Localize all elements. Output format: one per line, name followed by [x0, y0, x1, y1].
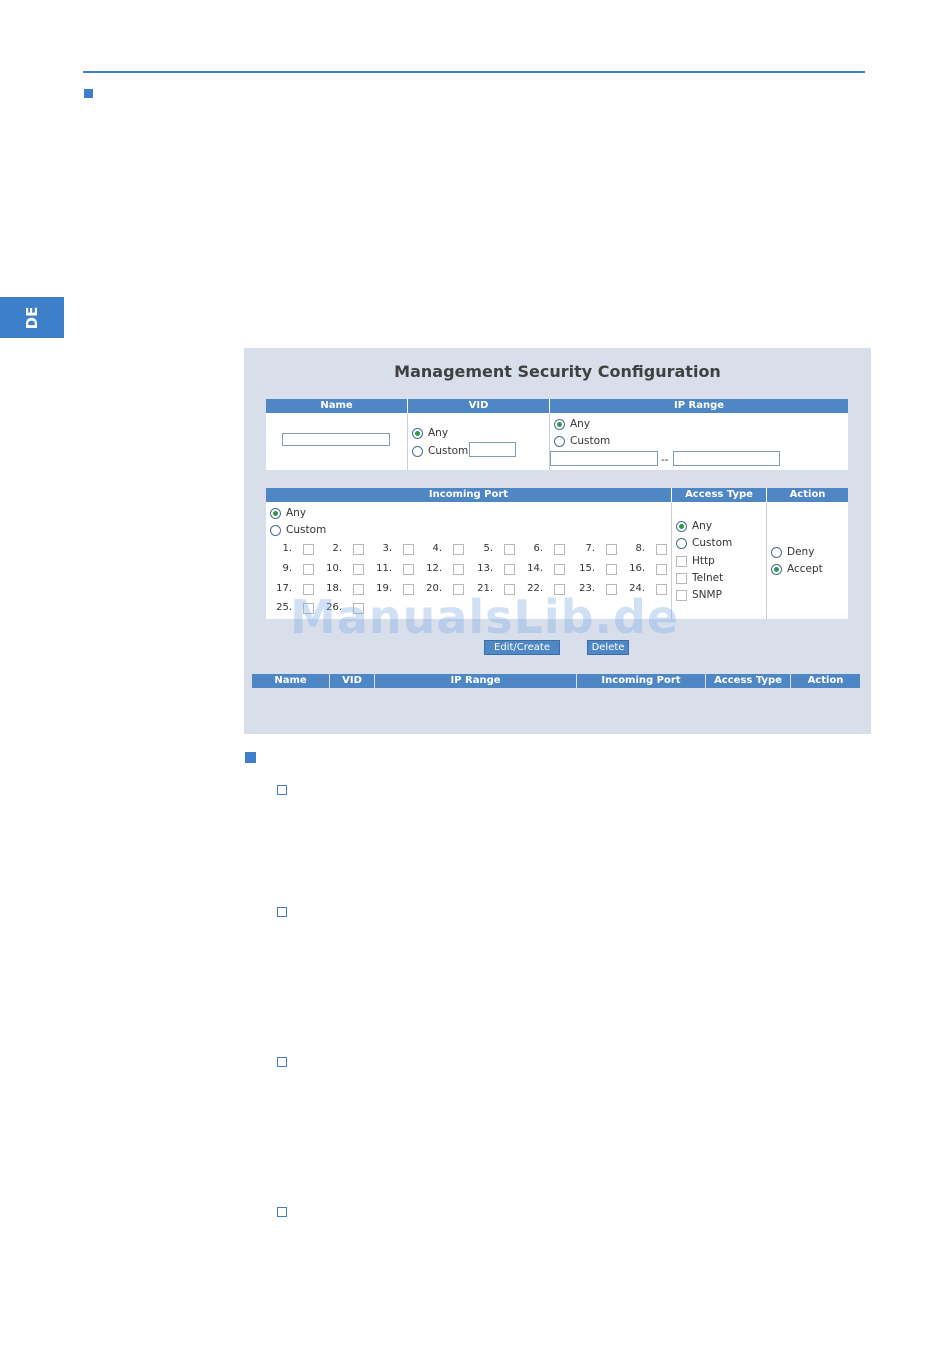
port-checkbox[interactable] — [656, 544, 667, 555]
section-bullet-icon — [245, 752, 256, 763]
action-deny-label: Deny — [787, 546, 815, 558]
checkbox-bullet-icon — [277, 785, 287, 795]
port-checkbox[interactable] — [656, 564, 667, 575]
port-checkbox[interactable] — [554, 564, 565, 575]
language-tab: DE — [0, 297, 64, 338]
vid-custom-radio[interactable] — [412, 446, 423, 457]
port-label: 7. — [585, 543, 595, 554]
port-checkbox[interactable] — [453, 544, 464, 555]
list-header-cell: IP Range — [375, 674, 576, 688]
panel-title: Management Security Configuration — [394, 362, 721, 381]
port-custom-label: Custom — [286, 524, 327, 536]
port-label: 17. — [276, 583, 292, 594]
port-label: 2. — [332, 543, 342, 554]
watermark: ManualsLib.de — [290, 590, 680, 644]
port-label: 15. — [579, 563, 595, 574]
port-label: 11. — [376, 563, 392, 574]
port-checkbox[interactable] — [403, 544, 414, 555]
name-input[interactable] — [282, 433, 390, 446]
port-checkbox[interactable] — [303, 544, 314, 555]
port-label: 8. — [635, 543, 645, 554]
access-telnet-label: Telnet — [692, 572, 724, 584]
port-label: 3. — [382, 543, 392, 554]
port-label: 14. — [527, 563, 543, 574]
port-label: 13. — [477, 563, 493, 574]
header-vid: VID — [408, 399, 549, 413]
port-label: 16. — [629, 563, 645, 574]
port-label: 1. — [282, 543, 292, 554]
access-custom-label: Custom — [692, 537, 733, 549]
ip-start-input[interactable] — [550, 451, 658, 466]
port-custom-radio[interactable] — [270, 525, 281, 536]
port-any-radio[interactable] — [270, 508, 281, 519]
port-label: 4. — [432, 543, 442, 554]
port-checkbox[interactable] — [554, 544, 565, 555]
header-name: Name — [266, 399, 407, 413]
action-accept-label: Accept — [787, 563, 823, 575]
access-http-checkbox[interactable] — [676, 556, 687, 567]
top-divider — [83, 71, 865, 73]
port-checkbox[interactable] — [504, 544, 515, 555]
port-checkbox[interactable] — [353, 564, 364, 575]
port-label: 25. — [276, 602, 292, 613]
header-incoming-port: Incoming Port — [266, 488, 671, 502]
port-checkbox[interactable] — [453, 564, 464, 575]
column-divider — [407, 413, 408, 470]
port-label: 10. — [326, 563, 342, 574]
list-header-cell: Incoming Port — [577, 674, 705, 688]
vid-custom-label: Custom — [428, 445, 469, 457]
section-bullet-icon — [84, 89, 93, 98]
ip-custom-radio[interactable] — [554, 436, 565, 447]
list-header-cell: Name — [252, 674, 329, 688]
list-header-cell: Access Type — [706, 674, 790, 688]
list-header-cell: Action — [791, 674, 860, 688]
port-label: 5. — [483, 543, 493, 554]
port-checkbox[interactable] — [606, 564, 617, 575]
ip-custom-label: Custom — [570, 435, 611, 447]
access-telnet-checkbox[interactable] — [676, 573, 687, 584]
action-deny-radio[interactable] — [771, 547, 782, 558]
ip-any-radio[interactable] — [554, 419, 565, 430]
port-checkbox[interactable] — [504, 564, 515, 575]
language-tab-label: DE — [23, 306, 41, 329]
port-checkbox[interactable] — [303, 564, 314, 575]
vid-any-radio[interactable] — [412, 428, 423, 439]
port-checkbox[interactable] — [606, 544, 617, 555]
column-divider — [766, 502, 767, 619]
vid-any-label: Any — [428, 427, 449, 439]
header-action: Action — [767, 488, 848, 502]
checkbox-bullet-icon — [277, 907, 287, 917]
port-checkbox[interactable] — [353, 544, 364, 555]
checkbox-bullet-icon — [277, 1057, 287, 1067]
header-ip-range: IP Range — [550, 399, 848, 413]
rule-table: Name VID IP Range Any Custom Any Custom … — [266, 399, 848, 470]
port-label: 12. — [426, 563, 442, 574]
access-snmp-label: SNMP — [692, 589, 722, 601]
ip-any-label: Any — [570, 418, 591, 430]
vid-custom-input[interactable] — [469, 442, 516, 457]
access-any-label: Any — [692, 520, 713, 532]
access-custom-radio[interactable] — [676, 538, 687, 549]
header-access-type: Access Type — [672, 488, 766, 502]
access-any-radio[interactable] — [676, 521, 687, 532]
management-security-panel: Management Security Configuration Name V… — [244, 348, 871, 734]
ip-range-separator: -- — [661, 454, 669, 466]
list-header-cell: VID — [330, 674, 374, 688]
action-accept-radio[interactable] — [771, 564, 782, 575]
access-http-label: Http — [692, 555, 715, 567]
port-checkbox[interactable] — [403, 564, 414, 575]
port-label: 9. — [282, 563, 292, 574]
port-any-label: Any — [286, 507, 307, 519]
checkbox-bullet-icon — [277, 1207, 287, 1217]
port-label: 6. — [533, 543, 543, 554]
ip-end-input[interactable] — [673, 451, 780, 466]
